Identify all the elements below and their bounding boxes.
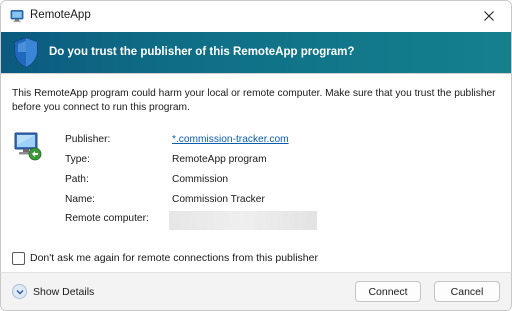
remote-computer-icon: [14, 132, 42, 161]
chevron-down-icon: [12, 284, 27, 299]
title-bar[interactable]: RemoteApp: [1, 1, 511, 31]
dont-ask-again-option[interactable]: Don't ask me again for remote connection…: [12, 250, 318, 266]
remoteapp-dialog: RemoteApp Do you trust the publisher of …: [0, 0, 512, 311]
connect-button[interactable]: Connect: [355, 281, 421, 302]
close-button[interactable]: [467, 1, 511, 31]
name-label: Name:: [65, 194, 96, 205]
dont-ask-again-checkbox[interactable]: [12, 251, 25, 265]
window-title: RemoteApp: [30, 9, 91, 21]
remote-computer-label: Remote computer:: [65, 213, 149, 224]
close-icon: [484, 11, 494, 21]
path-label: Path:: [65, 174, 89, 185]
warning-message: This RemoteApp program could harm your l…: [12, 88, 496, 113]
show-details-toggle[interactable]: Show Details: [12, 284, 94, 299]
dont-ask-again-label: Don't ask me again for remote connection…: [30, 252, 318, 264]
security-banner: Do you trust the publisher of this Remot…: [1, 32, 511, 73]
remoteapp-icon: [10, 10, 24, 22]
show-details-label: Show Details: [33, 285, 95, 298]
type-label: Type:: [65, 154, 90, 165]
name-value: Commission Tracker: [172, 194, 265, 205]
divider: [1, 73, 511, 74]
shield-icon: [14, 37, 38, 68]
banner-heading: Do you trust the publisher of this Remot…: [49, 46, 355, 58]
publisher-label: Publisher:: [65, 134, 111, 145]
cancel-button[interactable]: Cancel: [434, 281, 500, 302]
publisher-link[interactable]: *.commission-tracker.com: [172, 134, 289, 145]
type-value: RemoteApp program: [172, 154, 267, 165]
dialog-footer: Show Details Connect Cancel: [1, 272, 511, 310]
path-value: Commission: [172, 174, 229, 185]
remote-computer-value-redacted: [169, 211, 317, 230]
